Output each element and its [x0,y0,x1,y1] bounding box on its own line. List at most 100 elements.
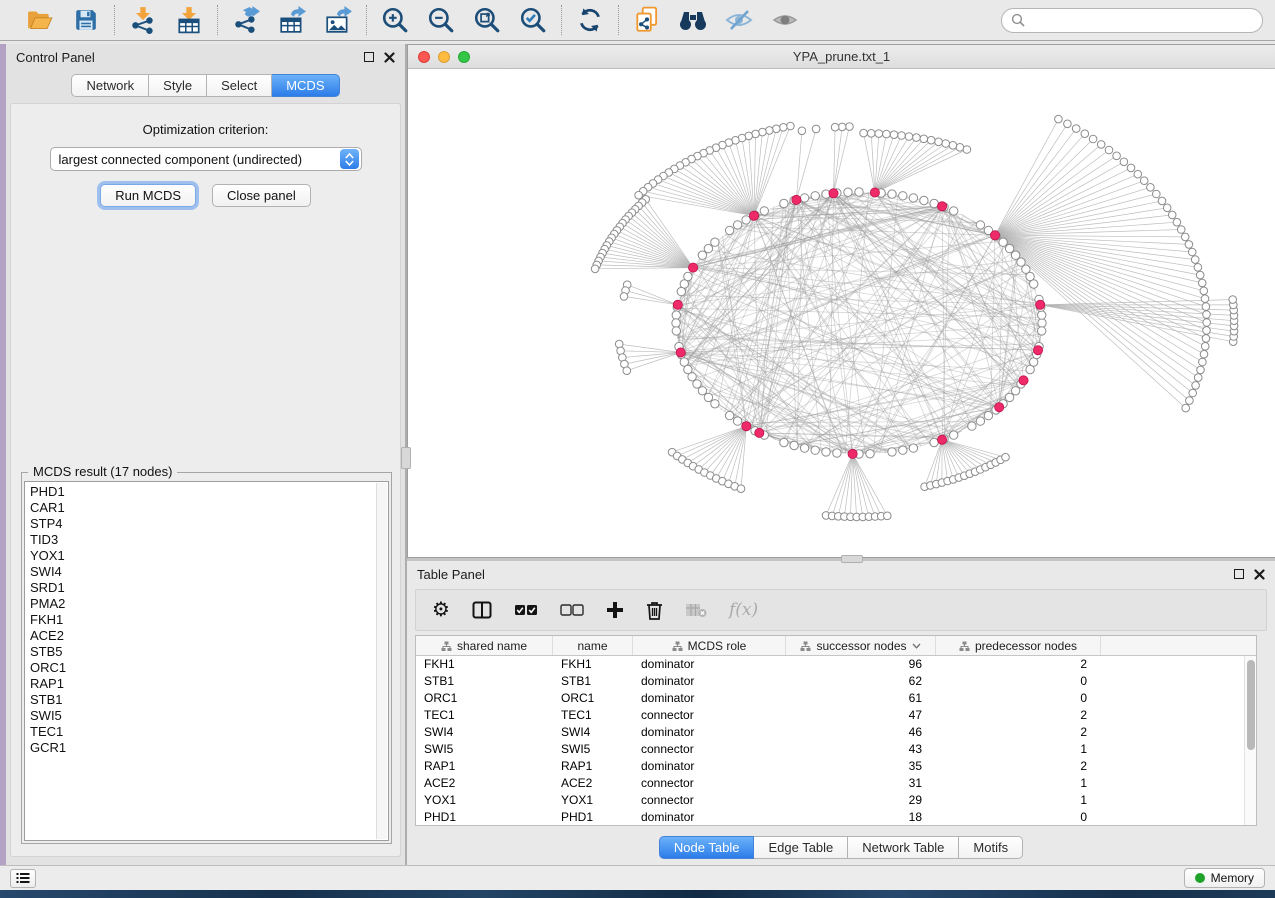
panel-splitter[interactable] [405,44,407,865]
column-header-successor-nodes[interactable]: successor nodes [786,636,936,655]
table-row[interactable]: FKH1FKH1dominator962 [416,656,1244,673]
zoom-selected-button[interactable] [518,5,548,35]
zoom-in-button[interactable] [380,5,410,35]
add-column-icon[interactable] [606,601,624,619]
refresh-view-button[interactable] [575,5,605,35]
mcds-result-item[interactable]: GCR1 [30,740,388,756]
close-panel-icon[interactable] [1254,569,1265,580]
mcds-result-item[interactable]: RAP1 [30,676,388,692]
tab-node-table[interactable]: Node Table [659,836,755,859]
cell-shared-name: STB1 [416,673,553,690]
mcds-result-item[interactable]: STB5 [30,644,388,660]
table-row[interactable]: SWI4SWI4dominator462 [416,724,1244,741]
tab-motifs[interactable]: Motifs [959,836,1023,859]
show-all-button[interactable] [770,5,800,35]
mcds-result-item[interactable]: ORC1 [30,660,388,676]
column-header-name[interactable]: name [553,636,633,655]
zoom-fit-button[interactable] [472,5,502,35]
run-mcds-button[interactable]: Run MCDS [100,184,196,207]
deselect-all-rows-icon[interactable] [560,604,584,616]
close-panel-icon[interactable] [384,52,395,63]
cell-predecessor-nodes: 0 [936,809,1101,825]
mcds-result-item[interactable]: PHD1 [30,484,388,500]
tab-network[interactable]: Network [71,74,149,97]
column-label: name [577,639,607,653]
mcds-result-item[interactable]: FKH1 [30,612,388,628]
import-network-button[interactable] [128,5,158,35]
dropdown-stepper-icon [340,149,359,169]
zoom-fit-icon [473,6,501,34]
cell-successor-nodes: 62 [786,673,936,690]
export-image-button[interactable] [323,5,353,35]
cell-successor-nodes: 47 [786,707,936,724]
mcds-result-item[interactable]: PMA2 [30,596,388,612]
cell-mcds-role: dominator [633,690,786,707]
cell-successor-nodes: 31 [786,775,936,792]
network-canvas[interactable] [408,69,1274,557]
scrollbar-thumb[interactable] [1247,660,1255,750]
export-network-button[interactable] [231,5,261,35]
table-splitter[interactable] [407,558,1275,561]
zoom-out-button[interactable] [426,5,456,35]
tab-mcds[interactable]: MCDS [272,74,339,97]
search-network-button[interactable] [678,5,708,35]
table-row[interactable]: PHD1PHD1dominator180 [416,809,1244,825]
tab-edge-table[interactable]: Edge Table [754,836,848,859]
mcds-result-item[interactable]: SWI5 [30,708,388,724]
node-table: shared name name MCDS rolesuccessor nodesp… [415,635,1257,826]
mcds-result-item[interactable]: ACE2 [30,628,388,644]
cell-name: SWI5 [553,741,633,758]
mcds-result-list: PHD1CAR1STP4TID3YOX1SWI4SRD1PMA2FKH1ACE2… [24,481,389,841]
mcds-result-item[interactable]: STP4 [30,516,388,532]
cell-shared-name: ACE2 [416,775,553,792]
close-panel-button[interactable]: Close panel [212,184,311,207]
task-history-button[interactable] [10,869,36,888]
table-row[interactable]: ACE2ACE2connector311 [416,775,1244,792]
open-file-button[interactable] [25,5,55,35]
criterion-dropdown[interactable]: largest connected component (undirected) [50,147,362,171]
tab-select[interactable]: Select [207,74,272,97]
import-network-icon [129,6,157,34]
table-row[interactable]: YOX1YOX1connector291 [416,792,1244,809]
mcds-result-item[interactable]: SRD1 [30,580,388,596]
toggle-panel-columns-icon[interactable] [472,601,492,619]
table-row[interactable]: SWI5SWI5connector431 [416,741,1244,758]
mcds-result-item[interactable]: TID3 [30,532,388,548]
table-row[interactable]: STB1STB1dominator620 [416,673,1244,690]
duplicate-network-button[interactable] [632,5,662,35]
cell-predecessor-nodes: 0 [936,673,1101,690]
memory-button[interactable]: Memory [1184,868,1265,888]
mcds-result-item[interactable]: STB1 [30,692,388,708]
mcds-result-title: MCDS result (17 nodes) [28,464,177,479]
import-table-button[interactable] [174,5,204,35]
export-table-button[interactable] [277,5,307,35]
tab-network-table[interactable]: Network Table [848,836,959,859]
float-panel-icon[interactable] [364,52,374,62]
mcds-panel: Optimization criterion: largest connecte… [10,103,401,857]
delete-column-icon[interactable] [646,601,663,620]
column-header-mcds-role[interactable]: MCDS role [633,636,786,655]
search-input[interactable] [1031,13,1253,28]
mcds-result-item[interactable]: TEC1 [30,724,388,740]
export-network-icon [232,6,260,34]
float-panel-icon[interactable] [1234,569,1244,579]
save-session-button[interactable] [71,5,101,35]
mcds-result-item[interactable]: YOX1 [30,548,388,564]
splitter-handle-icon[interactable] [401,447,411,469]
tab-style[interactable]: Style [149,74,207,97]
sort-chevron-icon[interactable] [912,643,921,649]
mcds-result-item[interactable]: SWI4 [30,564,388,580]
mcds-result-item[interactable]: CAR1 [30,500,388,516]
column-settings-gear-icon[interactable]: ⚙ [432,600,450,620]
table-row[interactable]: TEC1TEC1connector472 [416,707,1244,724]
zoom-out-icon [427,6,455,34]
table-row[interactable]: ORC1ORC1dominator610 [416,690,1244,707]
hide-selected-button[interactable] [724,5,754,35]
table-scrollbar[interactable] [1244,656,1256,825]
splitter-handle-icon[interactable] [841,555,863,563]
column-header-predecessor-nodes[interactable]: predecessor nodes [936,636,1101,655]
column-header-shared-name[interactable]: shared name [416,636,553,655]
mcds-list-scrollbar[interactable] [376,483,387,839]
table-row[interactable]: RAP1RAP1dominator352 [416,758,1244,775]
select-all-rows-icon[interactable] [514,604,538,616]
